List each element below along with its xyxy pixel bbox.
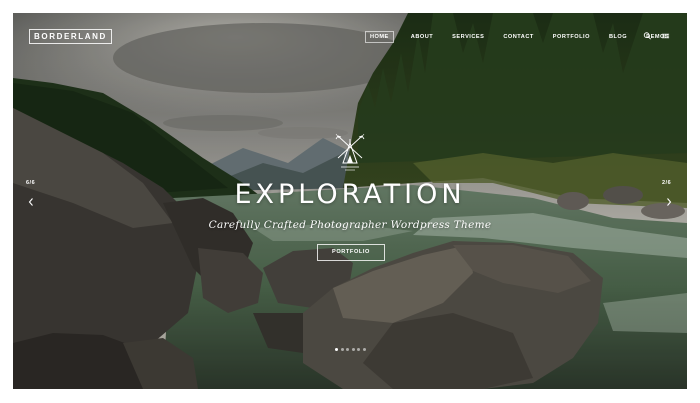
slide-dot-4[interactable] — [351, 348, 355, 351]
slide-dot-5[interactable] — [357, 348, 360, 351]
nav-item-blog[interactable]: BLOG — [607, 32, 629, 42]
arrows-tipi-emblem-icon — [335, 133, 365, 171]
hero-title: EXPLORATION — [234, 179, 466, 210]
nav-item-portfolio[interactable]: PORTFOLIO — [551, 32, 592, 42]
hero-slider: BORDERLAND HOME ABOUT SERVICES CONTACT P… — [13, 13, 687, 389]
slide-dot-3[interactable] — [346, 348, 349, 351]
main-nav: HOME ABOUT SERVICES CONTACT PORTFOLIO BL… — [365, 31, 686, 43]
portfolio-button[interactable]: PORTFOLIO — [317, 244, 385, 261]
slider-pagination — [335, 348, 368, 351]
hero-subtitle: Carefully Crafted Photographer Wordpress… — [208, 219, 492, 231]
slide-dot-6[interactable] — [362, 348, 366, 351]
nav-item-about[interactable]: ABOUT — [409, 32, 435, 42]
nav-item-contact[interactable]: CONTACT — [501, 32, 535, 42]
slide-dot-2[interactable] — [340, 348, 344, 351]
search-icon[interactable] — [643, 31, 652, 41]
site-logo[interactable]: BORDERLAND — [29, 29, 112, 44]
slide-dot-1[interactable] — [335, 348, 338, 351]
nav-item-services[interactable]: SERVICES — [450, 32, 486, 42]
hamburger-menu-icon[interactable] — [661, 31, 670, 41]
nav-item-home[interactable]: HOME — [365, 31, 394, 43]
